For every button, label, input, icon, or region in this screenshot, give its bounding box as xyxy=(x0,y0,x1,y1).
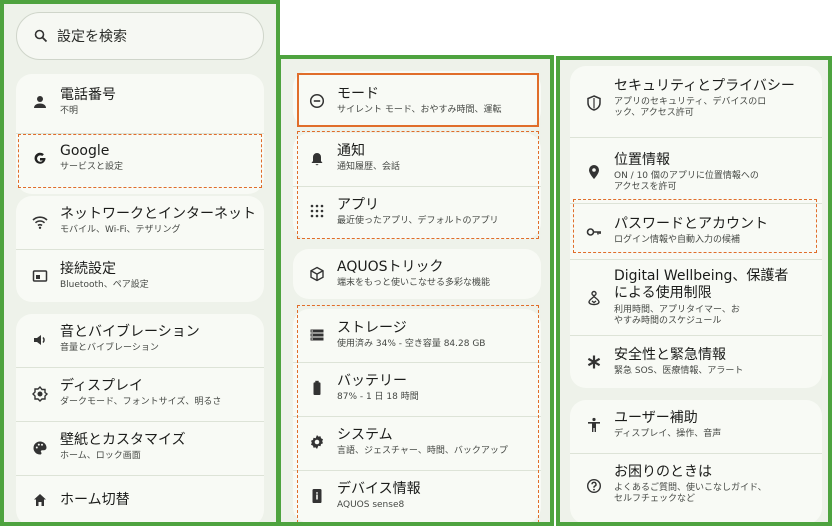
settings-item-aquos-trick[interactable]: AQUOSトリック 端末をもっと使いこなせる多彩な機能 xyxy=(293,249,541,299)
item-title: ネットワークとインターネット xyxy=(60,206,256,222)
wifi-icon xyxy=(32,214,48,230)
item-title: 位置情報 xyxy=(614,152,670,168)
connected-devices-icon xyxy=(32,268,48,284)
item-subtitle: Bluetooth、ペア設定 xyxy=(60,280,149,290)
settings-panel-middle: モード サイレント モード、おやすみ時間、運転 通知 通知履歴、会話 アプリ 最… xyxy=(277,55,554,526)
item-subtitle: 緊急 SOS、医療情報、アラート xyxy=(614,366,744,376)
help-icon xyxy=(586,478,602,494)
settings-item-security-privacy[interactable]: セキュリティとプライバシー アプリのセキュリティ、デバイスのロック、アクセス許可 xyxy=(570,66,822,136)
location-icon xyxy=(586,164,602,180)
shield-icon xyxy=(586,95,602,111)
settings-item-help[interactable]: お困りのときは よくあるご質問、使いこなしガイド、セルフチェックなど xyxy=(570,454,822,522)
settings-item-location[interactable]: 位置情報 ON / 10 個のアプリに位置情報へのアクセスを許可 xyxy=(570,138,822,202)
settings-item-sound[interactable]: 音とバイブレーション 音量とバイブレーション xyxy=(16,314,264,366)
settings-item-safety-emergency[interactable]: 安全性と緊急情報 緊急 SOS、医療情報、アラート xyxy=(570,336,822,388)
item-subtitle: ダークモード、フォントサイズ、明るさ xyxy=(60,397,222,407)
settings-panel-left: 設定を検索 電話番号 不明 Google サービスと設定 ネットワークとインター… xyxy=(0,0,280,526)
settings-item-connection[interactable]: 接続設定 Bluetooth、ペア設定 xyxy=(16,250,264,302)
item-subtitle: 音量とバイブレーション xyxy=(60,343,159,353)
item-subtitle: 不明 xyxy=(60,106,79,116)
item-title: 電話番号 xyxy=(60,87,116,103)
item-subtitle: 端末をもっと使いこなせる多彩な機能 xyxy=(337,278,491,288)
brightness-icon xyxy=(32,386,48,402)
person-icon xyxy=(32,94,48,110)
settings-item-accessibility[interactable]: ユーザー補助 ディスプレイ、操作、音声 xyxy=(570,400,822,452)
item-subtitle: よくあるご質問、使いこなしガイド、セルフチェックなど xyxy=(614,483,767,504)
settings-item-home-switch[interactable]: ホーム切替 xyxy=(16,476,264,522)
search-placeholder: 設定を検索 xyxy=(57,29,127,45)
item-subtitle: ディスプレイ、操作、音声 xyxy=(614,429,722,439)
item-subtitle: ON / 10 個のアプリに位置情報へのアクセスを許可 xyxy=(614,171,759,192)
highlight-system-group xyxy=(297,305,539,522)
item-title: 安全性と緊急情報 xyxy=(614,347,726,363)
settings-item-phone-number[interactable]: 電話番号 不明 xyxy=(16,74,264,132)
accessibility-icon xyxy=(586,417,602,433)
item-title: ホーム切替 xyxy=(60,492,130,508)
highlight-notifications-apps xyxy=(297,131,539,239)
item-title: お困りのときは xyxy=(614,464,712,480)
item-title: 接続設定 xyxy=(60,261,116,277)
settings-item-network[interactable]: ネットワークとインターネット モバイル、Wi-Fi、テザリング xyxy=(16,196,264,248)
item-title: 音とバイブレーション xyxy=(60,324,200,340)
settings-search-bar[interactable]: 設定を検索 xyxy=(16,12,264,60)
highlight-mode xyxy=(297,73,539,127)
aquos-trick-card: AQUOSトリック 端末をもっと使いこなせる多彩な機能 xyxy=(293,249,541,299)
cube-icon xyxy=(309,266,325,282)
settings-panel-right: セキュリティとプライバシー アプリのセキュリティ、デバイスのロック、アクセス許可… xyxy=(556,56,832,526)
emergency-icon xyxy=(586,354,602,370)
item-title: ディスプレイ xyxy=(60,378,144,394)
settings-item-display[interactable]: ディスプレイ ダークモード、フォントサイズ、明るさ xyxy=(16,368,264,420)
item-subtitle: アプリのセキュリティ、デバイスのロック、アクセス許可 xyxy=(614,97,767,118)
volume-icon xyxy=(32,332,48,348)
palette-icon xyxy=(32,440,48,456)
item-title: AQUOSトリック xyxy=(337,259,444,275)
item-subtitle: 利用時間、アプリタイマー、おやすみ時間のスケジュール xyxy=(614,305,740,326)
highlight-google xyxy=(18,134,262,188)
settings-item-digital-wellbeing[interactable]: Digital Wellbeing、保護者による使用制限 利用時間、アプリタイマ… xyxy=(570,260,822,334)
item-subtitle: ホーム、ロック画面 xyxy=(60,451,141,461)
wellbeing-icon xyxy=(586,290,602,306)
item-title: Digital Wellbeing、保護者による使用制限 xyxy=(614,268,789,301)
search-icon xyxy=(33,28,49,44)
item-subtitle: モバイル、Wi-Fi、テザリング xyxy=(60,225,181,235)
item-title: ユーザー補助 xyxy=(614,410,698,426)
highlight-passwords-accounts xyxy=(573,199,817,253)
connectivity-card: ネットワークとインターネット モバイル、Wi-Fi、テザリング 接続設定 Blu… xyxy=(16,196,264,302)
item-title: 壁紙とカスタマイズ xyxy=(60,432,186,448)
device-card: 音とバイブレーション 音量とバイブレーション ディスプレイ ダークモード、フォン… xyxy=(16,314,264,522)
support-card: ユーザー補助 ディスプレイ、操作、音声 お困りのときは よくあるご質問、使いこな… xyxy=(570,400,822,522)
settings-item-wallpaper[interactable]: 壁紙とカスタマイズ ホーム、ロック画面 xyxy=(16,422,264,474)
home-icon xyxy=(32,492,48,508)
item-title: セキュリティとプライバシー xyxy=(614,78,795,94)
